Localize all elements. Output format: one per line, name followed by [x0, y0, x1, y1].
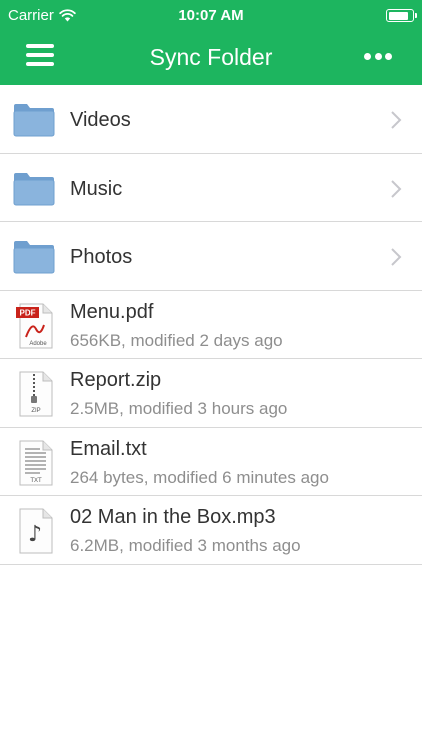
txt-badge: TXT: [30, 478, 42, 484]
file-name: Menu.pdf: [70, 300, 154, 323]
folder-row-videos[interactable]: Videos: [0, 85, 422, 154]
file-name: Report.zip: [70, 369, 162, 391]
folder-name: Photos: [70, 246, 133, 268]
file-name: 02 Man in the Box.mp3: [70, 506, 276, 528]
file-row-mp3[interactable]: ♪ 02 Man in the Box.mp3 6.2MB, modified …: [0, 496, 422, 565]
file-name: Email.txt: [70, 437, 147, 460]
folder-icon: [13, 172, 55, 205]
pdf-file-icon: PDF Adobe: [16, 303, 53, 348]
more-options-icon[interactable]: [364, 53, 392, 60]
battery-level: [388, 11, 409, 20]
file-meta: 264 bytes, modified 6 minutes ago: [70, 467, 329, 487]
file-row-menu-pdf[interactable]: PDF Adobe Menu.pdf 656KB, modified 2 day…: [0, 291, 422, 359]
file-meta: 2.5MB, modified 3 hours ago: [70, 399, 288, 418]
folder-name: Videos: [70, 109, 131, 131]
app-header: Carrier 10:07 AM Sync Folder: [0, 0, 422, 85]
chevron-right-icon: [391, 248, 402, 266]
zip-file-icon: ZIP: [19, 371, 53, 417]
status-bar: Carrier 10:07 AM: [0, 0, 422, 30]
file-meta: 656KB, modified 2 days ago: [70, 330, 283, 350]
music-note-glyph: ♪: [28, 522, 42, 547]
folder-name: Music: [70, 177, 123, 200]
file-row-email-txt[interactable]: TXT Email.txt 264 bytes, modified 6 minu…: [0, 428, 422, 496]
folder-row-music[interactable]: Music: [0, 154, 422, 222]
music-file-icon: ♪: [19, 508, 53, 554]
folder-icon: [13, 104, 55, 137]
chevron-right-icon: [391, 111, 402, 129]
file-row-report-zip[interactable]: ZIP Report.zip 2.5MB, modified 3 hours a…: [0, 359, 422, 428]
pdf-badge-sub: Adobe: [29, 341, 47, 347]
pdf-badge: PDF: [20, 308, 36, 317]
file-meta: 6.2MB, modified 3 months ago: [70, 536, 301, 555]
file-list: Videos Music Photos PDF Adobe Menu.pdf 6…: [0, 85, 422, 565]
folder-row-photos[interactable]: Photos: [0, 222, 422, 291]
txt-file-icon: TXT: [19, 440, 53, 485]
folder-icon: [13, 241, 55, 274]
battery-icon: [386, 9, 417, 22]
chevron-right-icon: [391, 179, 402, 198]
status-time: 10:07 AM: [178, 7, 244, 24]
page-title: Sync Folder: [149, 44, 273, 70]
zip-badge: ZIP: [31, 408, 40, 414]
navigation-bar: Sync Folder: [0, 30, 422, 85]
